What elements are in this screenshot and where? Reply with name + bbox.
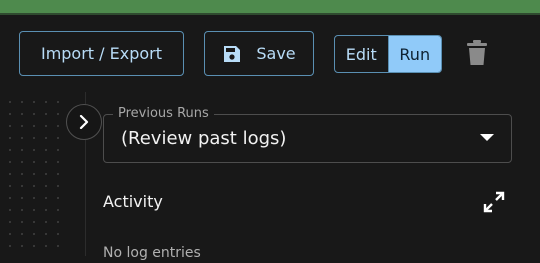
expand-arrows-icon[interactable] (483, 191, 505, 213)
top-bar-shadow (0, 13, 540, 15)
save-button[interactable]: Save (204, 31, 314, 76)
log-empty-text: No log entries (103, 245, 201, 261)
chevron-right-icon (79, 115, 89, 129)
edit-mode-button[interactable]: Edit (335, 36, 389, 72)
top-bar (0, 0, 540, 13)
canvas-grid (0, 92, 62, 256)
floppy-disk-icon (224, 45, 241, 62)
previous-runs-value: (Review past logs) (121, 128, 287, 149)
activity-title: Activity (103, 192, 163, 211)
import-export-button[interactable]: Import / Export (19, 31, 184, 76)
caret-down-icon (480, 134, 494, 141)
mode-toggle: Edit Run (334, 35, 442, 73)
save-label: Save (256, 44, 296, 63)
run-mode-button[interactable]: Run (388, 36, 441, 72)
import-export-label: Import / Export (40, 44, 163, 63)
trash-icon[interactable] (466, 40, 488, 66)
expand-panel-button[interactable] (66, 104, 102, 140)
previous-runs-label: Previous Runs (113, 106, 214, 122)
edit-label: Edit (345, 44, 377, 64)
run-label: Run (399, 44, 431, 64)
